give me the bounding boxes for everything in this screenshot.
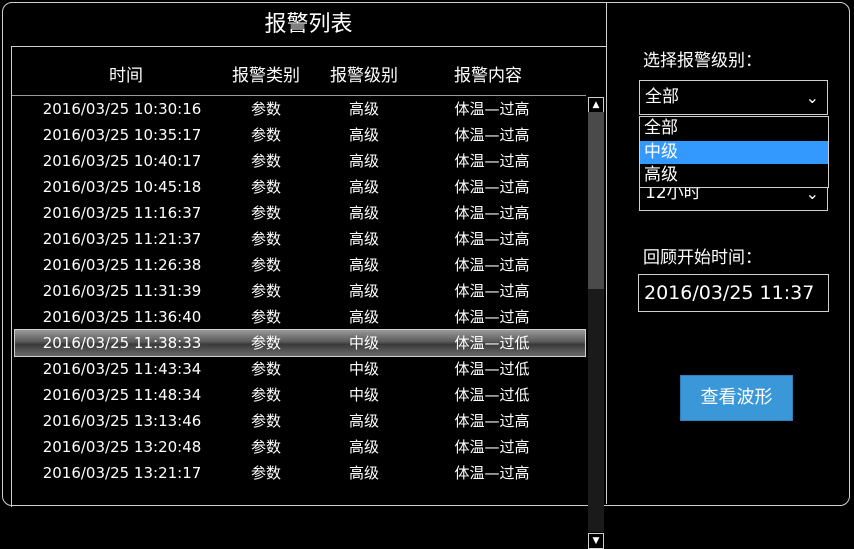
row-type: 参数 [250, 334, 281, 352]
table-row[interactable]: 2016/03/25 11:43:34 参数 中级 体温—过低 [12, 356, 586, 382]
row-content: 体温—过低 [454, 360, 530, 378]
alarm-list-title: 报警列表 [11, 3, 606, 47]
row-content: 体温—过低 [454, 334, 530, 352]
row-type: 参数 [250, 204, 281, 222]
level-option-all[interactable]: 全部 [640, 117, 828, 140]
row-content: 体温—过低 [454, 386, 530, 404]
row-time: 2016/03/25 11:31:39 [42, 282, 202, 300]
level-option-medium[interactable]: 中级 [640, 141, 828, 164]
row-time: 2016/03/25 11:38:33 [42, 334, 202, 352]
row-time: 2016/03/25 13:20:48 [42, 438, 202, 456]
level-select[interactable]: 全部 ⌄ [639, 80, 828, 115]
review-start-value: 2016/03/25 11:37 [644, 282, 815, 304]
row-content: 体温—过高 [454, 412, 530, 430]
row-content: 体温—过高 [454, 282, 530, 300]
row-type: 参数 [250, 360, 281, 378]
row-content: 体温—过高 [454, 230, 530, 248]
row-content: 体温—过高 [454, 100, 530, 118]
row-level: 中级 [348, 360, 379, 378]
row-type: 参数 [250, 386, 281, 404]
row-type: 参数 [250, 256, 281, 274]
row-level: 高级 [348, 464, 379, 482]
row-level: 高级 [348, 308, 379, 326]
row-type: 参数 [250, 230, 281, 248]
column-header-time: 时间 [109, 66, 143, 86]
row-time: 2016/03/25 11:48:34 [42, 386, 202, 404]
row-type: 参数 [250, 282, 281, 300]
table-row[interactable]: 2016/03/25 10:35:17 参数 高级 体温—过高 [12, 122, 586, 148]
view-waveform-button[interactable]: 查看波形 [680, 375, 793, 421]
row-level: 高级 [348, 178, 379, 196]
row-type: 参数 [250, 126, 281, 144]
row-type: 参数 [250, 412, 281, 430]
table-row[interactable]: 2016/03/25 10:30:16 参数 高级 体温—过高 [12, 96, 586, 122]
row-content: 体温—过高 [454, 152, 530, 170]
column-header-type: 报警类别 [232, 66, 300, 86]
row-time: 2016/03/25 11:16:37 [42, 204, 202, 222]
column-header-level: 报警级别 [330, 66, 398, 86]
triangle-down-icon[interactable]: ▼ [588, 533, 604, 549]
review-start-label: 回顾开始时间： [643, 248, 762, 268]
scrollbar-thumb[interactable] [588, 112, 604, 289]
row-time: 2016/03/25 13:21:17 [42, 464, 202, 482]
row-type: 参数 [250, 464, 281, 482]
row-type: 参数 [250, 178, 281, 196]
table-row[interactable]: 2016/03/25 13:13:46 参数 高级 体温—过高 [12, 408, 586, 434]
row-content: 体温—过高 [454, 204, 530, 222]
row-time: 2016/03/25 10:30:16 [42, 100, 202, 118]
row-time: 2016/03/25 11:36:40 [42, 308, 202, 326]
table-row[interactable]: 2016/03/25 11:48:34 参数 中级 体温—过低 [12, 382, 586, 408]
alarm-table: 时间 报警类别 报警级别 报警内容 2016/03/25 10:30:16 参数高… [11, 47, 607, 549]
row-time: 2016/03/25 11:26:38 [42, 256, 202, 274]
table-row[interactable]: 2016/03/25 11:26:38 参数 高级 体温—过高 [12, 252, 586, 278]
level-select-label: 选择报警级别： [643, 51, 762, 71]
row-content: 体温—过高 [454, 178, 530, 196]
table-row[interactable]: 2016/03/25 13:21:17 参数 高级 体温—过高 [12, 460, 586, 486]
row-content: 体温—过高 [454, 464, 530, 482]
alarm-list-panel: 报警列表 时间 报警类别 报警级别 报警内容 2016/03/25 10:30:… [11, 3, 607, 549]
row-type: 参数 [250, 308, 281, 326]
row-content: 体温—过高 [454, 126, 530, 144]
triangle-up-icon[interactable]: ▲ [588, 97, 604, 113]
row-time: 2016/03/25 10:45:18 [42, 178, 202, 196]
row-level: 高级 [348, 204, 379, 222]
row-type: 参数 [250, 100, 281, 118]
row-time: 2016/03/25 10:40:17 [42, 152, 202, 170]
row-time: 2016/03/25 11:21:37 [42, 230, 202, 248]
table-row[interactable]: 2016/03/25 10:40:17 参数 高级 体温—过高 [12, 148, 586, 174]
row-time: 2016/03/25 11:43:34 [42, 360, 202, 378]
table-row[interactable]: 2016/03/25 10:45:18 参数 高级 体温—过高 [12, 174, 586, 200]
table-row[interactable]: 2016/03/25 11:36:40 参数 高级 体温—过高 [12, 304, 586, 330]
table-row[interactable]: 2016/03/25 11:16:37 参数 高级 体温—过高 [12, 200, 586, 226]
row-content: 体温—过高 [454, 256, 530, 274]
table-row[interactable]: 2016/03/25 13:20:48 参数 高级 体温—过高 [12, 434, 586, 460]
row-level: 高级 [348, 438, 379, 456]
table-row-selected[interactable]: 2016/03/25 11:38:33 参数 中级 体温—过低 [14, 329, 586, 357]
list-scrollbar[interactable]: ▲ ▼ [587, 94, 605, 549]
row-level: 中级 [348, 334, 379, 352]
row-type: 参数 [250, 438, 281, 456]
row-level: 高级 [348, 282, 379, 300]
level-select-value: 全部 [645, 87, 679, 107]
table-row[interactable]: 2016/03/25 11:21:37 参数 高级 体温—过高 [12, 226, 586, 252]
level-dropdown-list: 全部 中级 高级 [639, 116, 829, 188]
table-row[interactable]: 2016/03/25 11:31:39 参数 高级 体温—过高 [12, 278, 586, 304]
row-level: 高级 [348, 100, 379, 118]
row-level: 高级 [348, 412, 379, 430]
chevron-down-icon: ⌄ [805, 88, 819, 107]
row-content: 体温—过高 [454, 308, 530, 326]
row-content: 体温—过高 [454, 438, 530, 456]
row-level: 高级 [348, 230, 379, 248]
level-option-high[interactable]: 高级 [640, 164, 828, 187]
row-type: 参数 [250, 152, 281, 170]
review-start-input[interactable]: 2016/03/25 11:37 [638, 274, 829, 312]
scrollbar-track[interactable] [588, 112, 604, 532]
row-time: 2016/03/25 10:35:17 [42, 126, 202, 144]
row-level: 高级 [348, 152, 379, 170]
row-level: 高级 [348, 256, 379, 274]
row-level: 高级 [348, 126, 379, 144]
row-time: 2016/03/25 13:13:46 [42, 412, 202, 430]
column-header-content: 报警内容 [454, 66, 522, 86]
row-level: 中级 [348, 386, 379, 404]
